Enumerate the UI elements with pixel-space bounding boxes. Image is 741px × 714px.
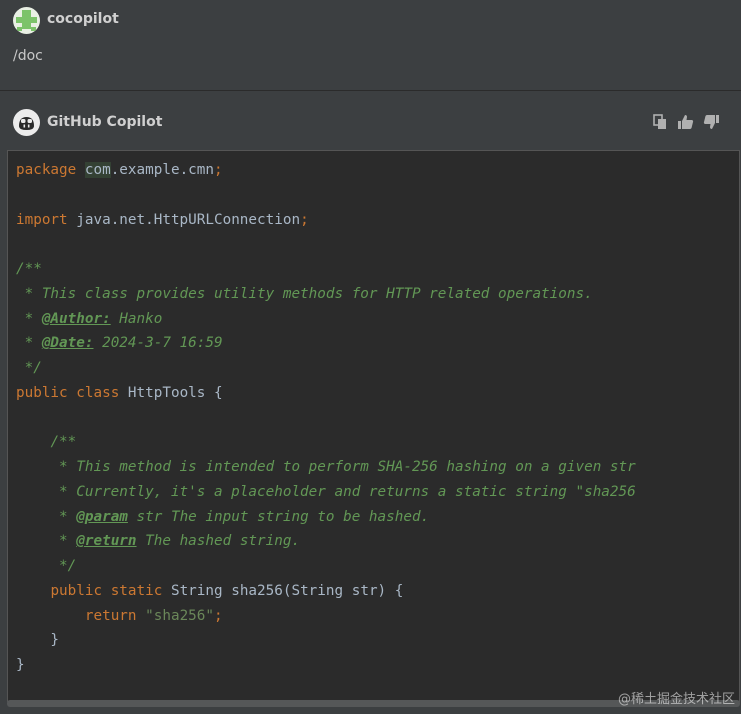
code-token: com (84, 162, 111, 178)
code-token: @Author: (41, 310, 111, 327)
assistant-name: GitHub Copilot (47, 114, 163, 130)
code-line: public class HttpTools { (16, 385, 223, 401)
code-line: /** (16, 434, 76, 450)
code-token: /** (50, 434, 77, 451)
code-token: @return (76, 533, 137, 550)
code-line: * This class provides utility methods fo… (16, 286, 593, 302)
code-token: java.net.HttpURLConnection (67, 211, 301, 228)
code-line: */ (16, 360, 42, 376)
code-line: * @Date: 2024-3-7 16:59 (16, 335, 223, 351)
code-line: return "sha256"; (16, 608, 223, 624)
user-name: cocopilot (47, 11, 119, 27)
code-token: ; (214, 607, 223, 624)
code-token: public (16, 384, 68, 401)
code-line: import java.net.HttpURLConnection; (16, 212, 309, 228)
user-message: cocopilot /doc (0, 0, 741, 90)
code-token: static (110, 582, 163, 599)
code-token: ; (214, 162, 223, 178)
code-line: * @return The hashed string. (16, 533, 300, 549)
code-line: * @param str The input string to be hash… (16, 509, 429, 525)
thumbs-down-button[interactable] (702, 112, 721, 131)
code-block[interactable]: package com.example.cmn; import java.net… (7, 150, 740, 702)
code-token: * This method is intended to perform SHA… (16, 459, 636, 475)
code-token: str The input string to be hashed. (127, 508, 430, 525)
code-token: * (16, 335, 42, 352)
code-token: import (16, 211, 68, 228)
code-token: /** (16, 261, 42, 277)
code-token: * (16, 310, 42, 327)
code-token: "sha256" (145, 607, 215, 624)
copilot-icon (19, 117, 34, 130)
code-line: package com.example.cmn; (16, 162, 223, 178)
code-token: ; (300, 211, 309, 228)
copy-icon (652, 113, 666, 129)
thumbs-up-icon (678, 114, 694, 129)
copilot-avatar (13, 109, 40, 136)
code-token: public (50, 582, 103, 599)
code-token: @Date: (41, 335, 94, 352)
code-line: } (16, 657, 25, 673)
code-token: */ (16, 558, 77, 574)
code-token: package (16, 162, 77, 178)
code-token: 2024-3-7 16:59 (93, 335, 223, 352)
code-token: .example.cmn (110, 162, 214, 178)
code-line: * This method is intended to perform SHA… (16, 459, 636, 475)
thumbs-up-button[interactable] (676, 112, 695, 131)
code-token: * Currently, it's a placeholder and retu… (16, 483, 636, 500)
user-avatar (13, 7, 40, 34)
message-actions (650, 112, 721, 131)
code-line: public static String sha256(String str) … (16, 583, 403, 599)
code-token: @param (76, 508, 128, 525)
code-token: * (16, 508, 77, 525)
code-token: } (16, 632, 60, 649)
code-token: return (84, 607, 137, 624)
divider (0, 90, 741, 91)
code-line: * Currently, it's a placeholder and retu… (16, 484, 636, 500)
code-token: class (76, 384, 120, 401)
code-line: } (16, 632, 59, 648)
code-line: /** (16, 261, 42, 277)
code-token: Hanko (110, 310, 163, 327)
copy-button[interactable] (650, 112, 669, 131)
user-message-text: /doc (13, 48, 43, 64)
code-token: The hashed string. (136, 533, 301, 550)
code-token: * (16, 533, 77, 550)
code-token: * This class provides utility methods fo… (16, 285, 593, 302)
code-token: HttpTools { (119, 384, 223, 401)
code-token: String sha256(String str) { (162, 582, 404, 599)
code-token: } (16, 657, 25, 673)
code-line: * @Author: Hanko (16, 310, 163, 327)
code-token: */ (16, 360, 42, 376)
code-line: */ (16, 558, 76, 574)
thumbs-down-icon (703, 114, 719, 129)
code-content: package com.example.cmn; import java.net… (16, 158, 636, 678)
watermark: @稀土掘金技术社区 (617, 692, 735, 707)
